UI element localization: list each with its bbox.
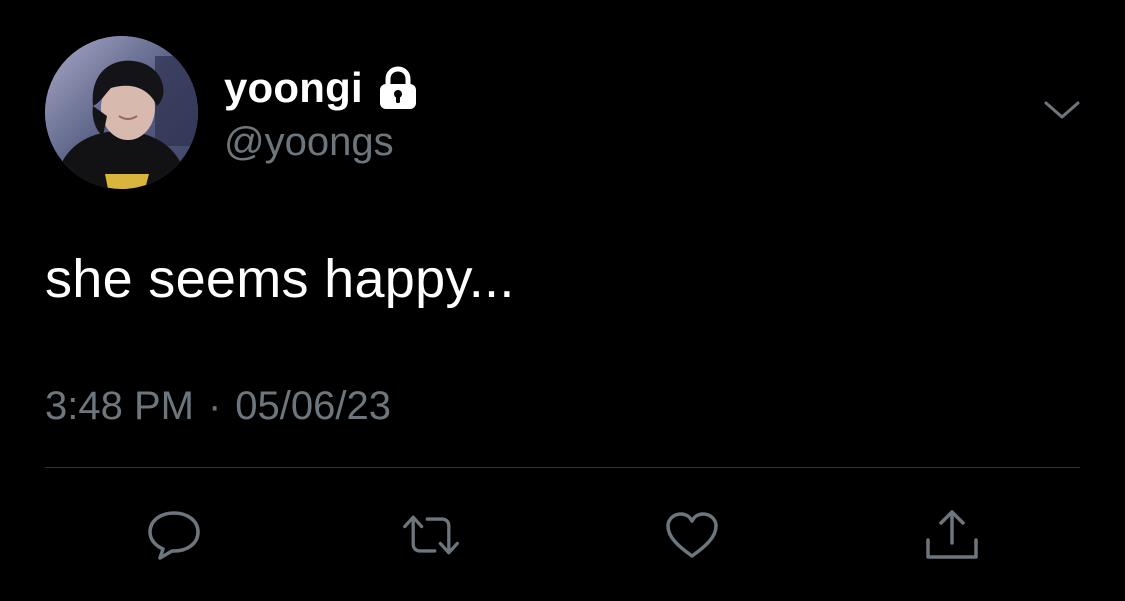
share-button[interactable] — [922, 505, 982, 565]
reply-button[interactable] — [144, 505, 204, 565]
heart-icon — [666, 512, 718, 558]
retweet-arrows-icon — [403, 515, 459, 555]
avatar-photo — [45, 36, 198, 189]
tweet-card: yoongi @yoongs she seems happy... 3:48 P… — [0, 0, 1125, 601]
speech-bubble-icon — [148, 511, 200, 560]
tweet-timestamp[interactable]: 3:48 PM · 05/06/23 — [45, 380, 391, 432]
user-handle[interactable]: @yoongs — [224, 118, 394, 166]
lock-icon — [377, 66, 419, 110]
upload-icon — [926, 510, 978, 559]
tweet-time: 3:48 PM — [45, 384, 194, 428]
avatar[interactable] — [45, 36, 198, 189]
tweet-date: 05/06/23 — [235, 384, 391, 428]
display-name[interactable]: yoongi — [224, 62, 363, 114]
timestamp-separator: · — [207, 384, 222, 428]
chevron-down-icon[interactable] — [1040, 95, 1084, 125]
retweet-button[interactable] — [401, 505, 461, 565]
user-header: yoongi — [224, 62, 419, 114]
divider — [45, 467, 1080, 468]
tweet-text: she seems happy... — [45, 249, 515, 309]
like-button[interactable] — [662, 505, 722, 565]
